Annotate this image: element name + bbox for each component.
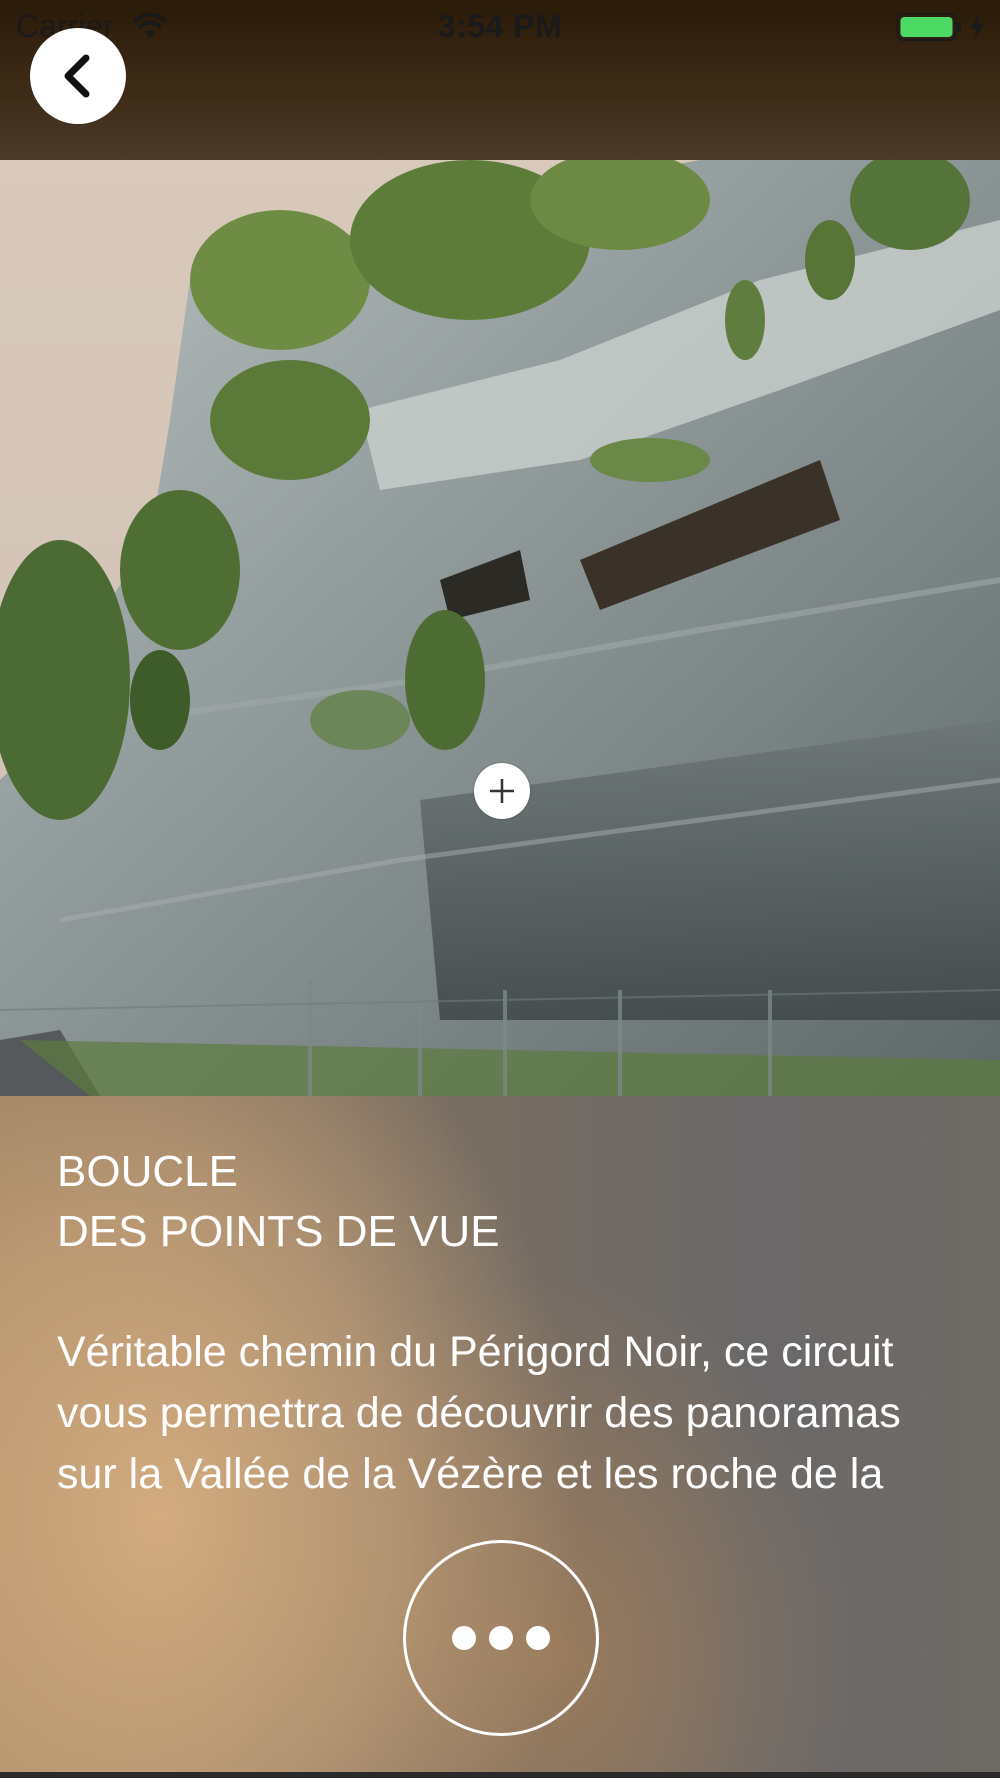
bottom-strip bbox=[0, 1772, 1000, 1778]
plus-icon bbox=[490, 779, 514, 803]
screen: Carrier 3:54 PM BOUCLE DES POINTS DE VUE… bbox=[0, 0, 1000, 1778]
info-panel: BOUCLE DES POINTS DE VUE Véritable chemi… bbox=[0, 1096, 1000, 1778]
more-dot bbox=[526, 1626, 550, 1650]
description-container[interactable]: Véritable chemin du Périgord Noir, ce ci… bbox=[57, 1322, 957, 1512]
more-button[interactable] bbox=[403, 1540, 599, 1736]
more-dot bbox=[489, 1626, 513, 1650]
charging-bolt-icon bbox=[968, 12, 986, 47]
more-dots-icon bbox=[452, 1626, 476, 1650]
status-time: 3:54 PM bbox=[437, 8, 563, 44]
route-title-line-2: DES POINTS DE VUE bbox=[57, 1207, 500, 1256]
battery-icon bbox=[896, 12, 962, 47]
route-description: Véritable chemin du Périgord Noir, ce ci… bbox=[57, 1328, 901, 1512]
route-title-line-1: BOUCLE bbox=[57, 1147, 238, 1196]
route-title: BOUCLE DES POINTS DE VUE bbox=[57, 1142, 937, 1262]
chevron-left-icon bbox=[64, 54, 90, 98]
back-button[interactable] bbox=[30, 28, 126, 124]
hero-photo[interactable] bbox=[0, 160, 1000, 1096]
cliff-photo-image bbox=[0, 160, 1000, 1096]
top-bar: Carrier 3:54 PM bbox=[0, 0, 1000, 160]
zoom-button[interactable] bbox=[474, 763, 530, 819]
